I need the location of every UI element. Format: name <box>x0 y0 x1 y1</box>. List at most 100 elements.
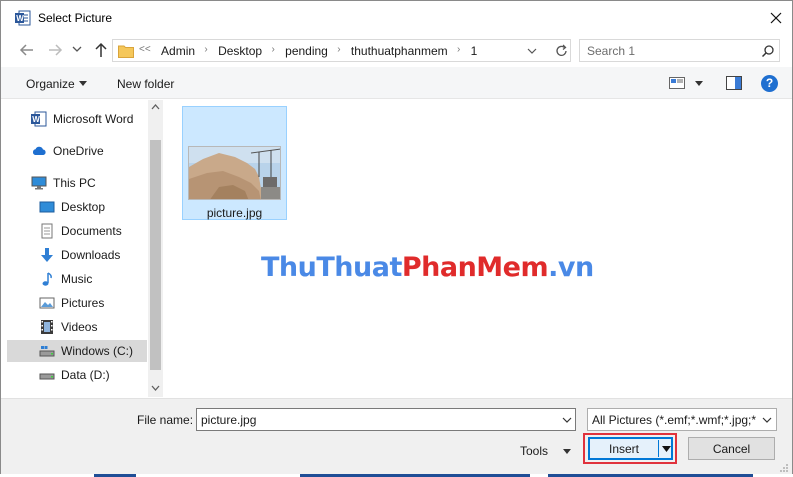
close-icon <box>770 12 782 24</box>
word-icon: W <box>15 10 31 26</box>
arrow-right-icon <box>49 44 63 56</box>
scroll-down-icon[interactable] <box>151 385 160 391</box>
breadcrumb-item[interactable]: thuthuatphanmem <box>351 44 448 58</box>
watermark-part: PhanMem <box>401 252 549 283</box>
sidebar-item-documents[interactable]: Documents <box>7 220 147 242</box>
sidebar-item-pictures[interactable]: Pictures <box>7 292 147 314</box>
file-type-value: All Pictures (*.emf;*.wmf;*.jpg;* <box>592 413 757 427</box>
scroll-up-icon[interactable] <box>151 104 160 110</box>
sidebar-item-microsoft-word[interactable]: W Microsoft Word <box>7 108 147 130</box>
sidebar-item-videos[interactable]: Videos <box>7 316 147 338</box>
sidebar-item-onedrive[interactable]: OneDrive <box>7 140 147 162</box>
folder-icon <box>118 45 134 58</box>
navigation-pane: W Microsoft Word OneDrive This PC Deskto… <box>7 100 163 397</box>
file-name: picture.jpg <box>206 206 263 220</box>
breadcrumb-item[interactable]: pending <box>285 44 328 58</box>
drive-icon <box>39 373 55 380</box>
sidebar-item-music[interactable]: Music <box>7 268 147 290</box>
close-button[interactable] <box>761 3 791 33</box>
breadcrumb: << Admin › Desktop › pending › thuthuatp… <box>139 44 477 60</box>
split-divider <box>658 440 659 457</box>
sidebar-item-desktop[interactable]: Desktop <box>7 196 147 218</box>
file-name-value: picture.jpg <box>201 413 257 427</box>
caret-down-icon[interactable] <box>662 446 671 452</box>
svg-text:W: W <box>32 115 40 124</box>
address-bar[interactable]: << Admin › Desktop › pending › thuthuatp… <box>112 39 571 62</box>
navigation-scrollbar[interactable] <box>148 100 163 397</box>
caret-down-icon[interactable] <box>563 449 571 454</box>
sidebar-item-label: Data (D:) <box>61 368 110 382</box>
breadcrumb-separator-icon[interactable]: › <box>204 44 207 55</box>
search-placeholder: Search 1 <box>587 44 636 58</box>
address-dropdown-icon[interactable] <box>527 46 537 56</box>
sidebar-item-label: Microsoft Word <box>53 112 134 126</box>
back-button[interactable] <box>18 41 36 59</box>
sidebar-item-windows-c[interactable]: Windows (C:) <box>7 340 147 362</box>
scroll-thumb[interactable] <box>150 140 161 370</box>
title-bar: W Select Picture <box>1 1 792 34</box>
search-icon <box>761 45 774 58</box>
preview-pane-icon[interactable] <box>726 76 742 90</box>
file-list: picture.jpg ThuThuatPhanMem.vn <box>164 100 792 397</box>
breadcrumb-separator-icon[interactable]: › <box>271 44 274 55</box>
drive-icon <box>39 346 55 357</box>
arrow-up-icon <box>95 42 107 57</box>
tools-button[interactable]: Tools <box>520 444 548 458</box>
insert-button[interactable]: Insert <box>588 437 673 460</box>
breadcrumb-item[interactable]: Desktop <box>218 44 262 58</box>
sidebar-item-downloads[interactable]: Downloads <box>7 244 147 266</box>
sidebar-item-label: Pictures <box>61 296 105 310</box>
sidebar-item-label: Windows (C:) <box>61 344 134 358</box>
breadcrumb-separator-icon[interactable]: › <box>457 44 460 55</box>
word-icon: W <box>31 111 47 127</box>
file-type-filter[interactable]: All Pictures (*.emf;*.wmf;*.jpg;* <box>587 408 777 431</box>
refresh-icon[interactable] <box>553 43 571 59</box>
sidebar-item-label: Videos <box>61 320 98 334</box>
breadcrumb-separator-icon[interactable]: › <box>337 44 340 55</box>
file-item[interactable]: picture.jpg <box>182 106 287 220</box>
videos-icon <box>41 320 53 334</box>
caret-down-icon[interactable] <box>79 81 87 86</box>
chevron-down-icon[interactable] <box>562 417 572 423</box>
breadcrumb-item[interactable]: Admin <box>161 44 195 58</box>
recent-locations-button[interactable] <box>71 43 83 55</box>
breadcrumb-overflow[interactable]: << <box>139 44 151 55</box>
svg-text:W: W <box>16 14 24 23</box>
insert-button-label: Insert <box>609 442 640 456</box>
sidebar-item-label: This PC <box>53 176 96 190</box>
footer-panel: File name: picture.jpg All Pictures (*.e… <box>1 398 792 476</box>
cancel-button[interactable]: Cancel <box>688 437 775 460</box>
help-icon[interactable]: ? <box>761 75 778 92</box>
sidebar-item-data-d[interactable]: Data (D:) <box>7 364 147 386</box>
desktop-icon <box>39 201 55 213</box>
computer-icon <box>31 176 47 190</box>
up-button[interactable] <box>92 41 110 59</box>
resize-grip-icon[interactable] <box>779 463 789 473</box>
breadcrumb-item[interactable]: 1 <box>471 44 478 58</box>
new-folder-button[interactable]: New folder <box>117 77 174 91</box>
watermark: ThuThuatPhanMem.vn <box>261 252 594 283</box>
watermark-part: .vn <box>548 252 594 283</box>
download-icon <box>41 248 53 262</box>
view-options-caret-icon[interactable] <box>695 81 703 86</box>
search-input[interactable]: Search 1 <box>579 39 780 62</box>
organize-button[interactable]: Organize <box>26 77 75 91</box>
navigation-bar: << Admin › Desktop › pending › thuthuatp… <box>1 34 792 66</box>
arrow-left-icon <box>19 44 33 56</box>
sidebar-item-label: Desktop <box>61 200 106 214</box>
chevron-down-icon[interactable] <box>762 417 772 423</box>
select-picture-dialog: W Select Picture << Admin › Desktop › pe… <box>0 0 793 477</box>
pictures-icon <box>39 297 55 309</box>
sidebar-item-this-pc[interactable]: This PC <box>7 172 147 194</box>
file-name-field[interactable]: picture.jpg <box>196 408 576 431</box>
sidebar-item-label: Downloads <box>61 248 121 262</box>
forward-button[interactable] <box>46 41 64 59</box>
sidebar-item-label: OneDrive <box>53 144 104 158</box>
file-name-label: File name: <box>137 413 194 427</box>
cancel-button-label: Cancel <box>712 442 751 456</box>
thumbnail-image <box>189 147 280 199</box>
documents-icon <box>41 223 53 239</box>
chevron-down-icon <box>72 46 82 52</box>
music-icon <box>42 272 52 286</box>
change-view-icon[interactable] <box>669 76 685 90</box>
